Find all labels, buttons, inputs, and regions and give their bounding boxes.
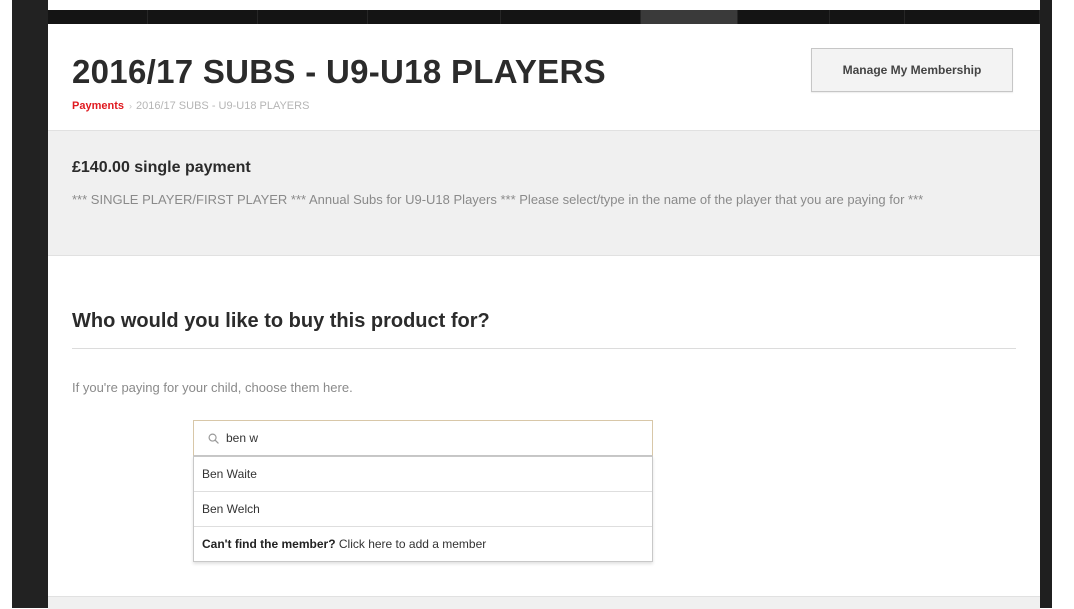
product-price: £140.00 single payment bbox=[72, 159, 251, 176]
product-summary: £140.00 single payment *** SINGLE PLAYER… bbox=[48, 130, 1040, 256]
page-margin-right bbox=[1052, 0, 1074, 608]
add-member-option[interactable]: Can't find the member? Click here to add… bbox=[194, 527, 652, 561]
buy-for-heading: Who would you like to buy this product f… bbox=[72, 310, 490, 332]
search-icon bbox=[206, 431, 220, 445]
nav-segment[interactable] bbox=[738, 10, 830, 24]
breadcrumb-payments-link[interactable]: Payments bbox=[72, 100, 124, 112]
bottom-section-divider bbox=[48, 596, 1040, 609]
breadcrumb: Payments › 2016/17 SUBS - U9-U18 PLAYERS bbox=[72, 100, 309, 112]
add-member-link[interactable]: Click here to add a member bbox=[339, 537, 486, 551]
search-result-item[interactable]: Ben Waite bbox=[194, 457, 652, 492]
nav-segment[interactable] bbox=[258, 10, 368, 24]
search-result-item[interactable]: Ben Welch bbox=[194, 492, 652, 527]
page-background-left bbox=[12, 0, 48, 608]
nav-segment[interactable] bbox=[48, 10, 148, 24]
buy-for-hint: If you're paying for your child, choose … bbox=[72, 380, 353, 395]
member-search-input[interactable] bbox=[226, 428, 626, 448]
nav-segment[interactable] bbox=[368, 10, 501, 24]
nav-segment-active[interactable] bbox=[641, 10, 738, 24]
main-content: 2016/17 SUBS - U9-U18 PLAYERS Payments › 2… bbox=[48, 24, 1040, 609]
add-member-prompt: Can't find the member? bbox=[202, 537, 336, 551]
nav-segment[interactable] bbox=[905, 10, 1040, 24]
nav-segment[interactable] bbox=[830, 10, 905, 24]
breadcrumb-current: 2016/17 SUBS - U9-U18 PLAYERS bbox=[135, 100, 310, 112]
manage-membership-button[interactable]: Manage My Membership bbox=[811, 48, 1013, 92]
page-title: 2016/17 SUBS - U9-U18 PLAYERS bbox=[72, 53, 606, 90]
product-description: *** SINGLE PLAYER/FIRST PLAYER *** Annua… bbox=[72, 192, 924, 207]
breadcrumb-separator: › bbox=[128, 101, 132, 111]
top-navigation-bar bbox=[48, 10, 1040, 24]
member-search-box[interactable] bbox=[193, 420, 653, 456]
nav-segment[interactable] bbox=[148, 10, 258, 24]
nav-segment[interactable] bbox=[501, 10, 641, 24]
member-search-results: Ben Waite Ben Welch Can't find the membe… bbox=[193, 456, 653, 562]
section-divider bbox=[72, 348, 1016, 349]
